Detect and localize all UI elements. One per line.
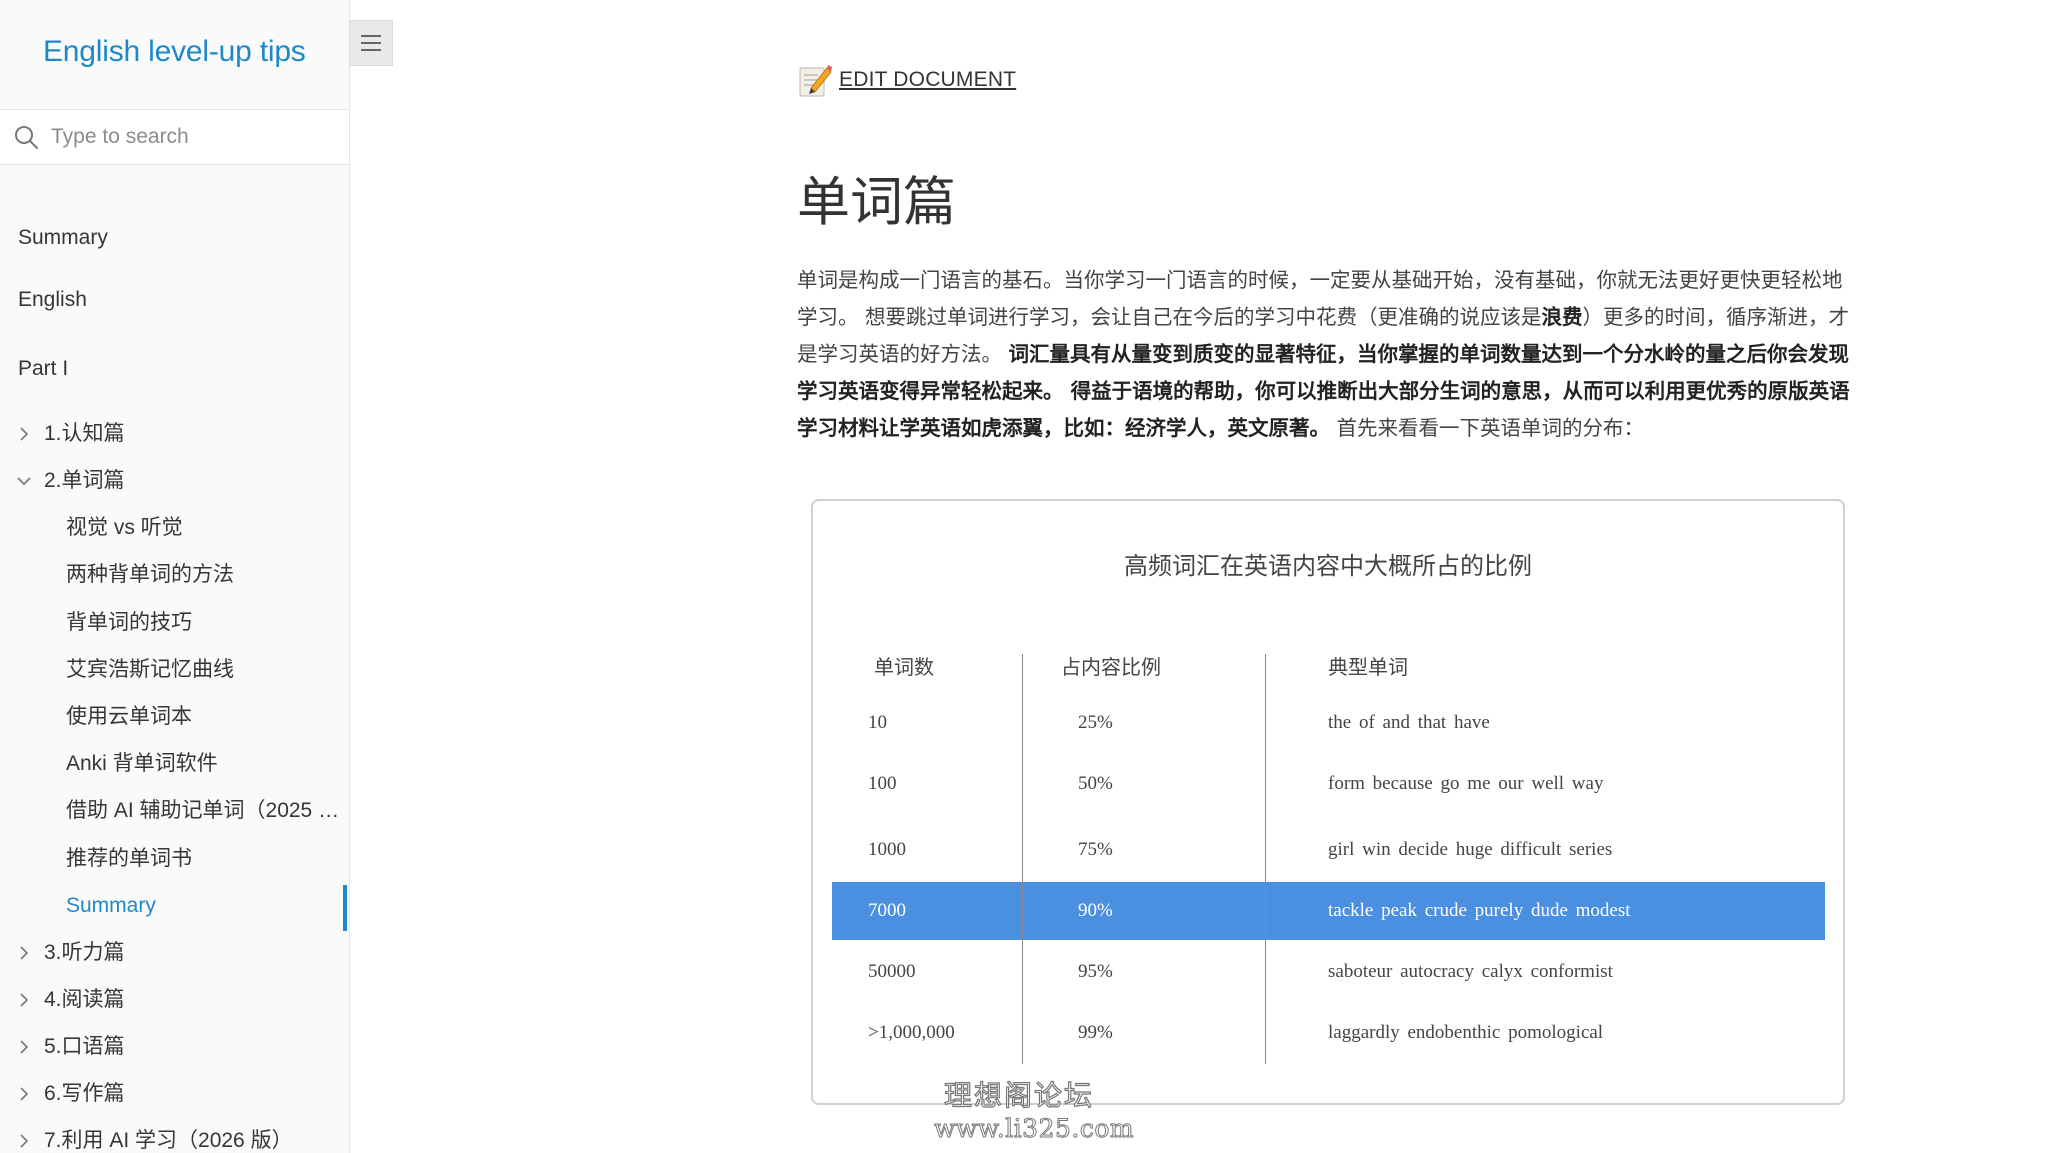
column-header-ratio: 占内容比例 [1061,655,1161,679]
sub-item-visual-vs-auditory[interactable]: 视觉 vs 听觉 [66,508,346,548]
watermark-url: www.li325.com [933,1114,1135,1144]
active-indicator [343,885,347,931]
row-ratio: 50% [1078,773,1113,794]
sub-item-anki[interactable]: Anki 背单词软件 [66,744,346,784]
sub-item-ai-assist[interactable]: 借助 AI 辅助记单词（2025 版） [66,791,346,831]
chapter-item-4[interactable]: 4.阅读篇 [44,980,340,1020]
row-ratio: 99% [1078,1022,1113,1043]
sub-item-two-methods[interactable]: 两种背单词的方法 [66,555,346,595]
table-row: 100 50% form because go me our well way [832,755,1825,813]
row-count: 7000 [868,900,906,921]
intro-bold-1: 浪费 [1541,305,1583,329]
row-examples: tackle peak crude purely dude modest [1328,900,1631,921]
hamburger-icon-line [361,35,381,37]
table-row: 50000 95% saboteur autocracy calyx confo… [832,943,1825,1001]
search-icon [15,126,38,149]
table-row: >1,000,000 99% laggardly endobenthic pom… [832,1004,1825,1062]
intro-text-3: 首先来看看一下英语单词的分布： [1330,416,1645,440]
row-count: 100 [868,773,897,794]
sub-item-techniques[interactable]: 背单词的技巧 [66,603,346,643]
chapter-item-3[interactable]: 3.听力篇 [44,933,340,973]
chapter-item-2[interactable]: 2.单词篇 [44,461,340,501]
chevron-right-icon[interactable] [14,1121,34,1153]
row-ratio: 90% [1078,900,1113,921]
column-header-count: 单词数 [874,655,934,679]
search-box [0,110,349,165]
edit-document-link[interactable]: EDIT DOCUMENT [797,62,1016,98]
row-count: 50000 [868,961,916,982]
chapter-item-6[interactable]: 6.写作篇 [44,1074,340,1114]
row-examples: saboteur autocracy calyx conformist [1328,961,1613,982]
row-examples: girl win decide huge difficult series [1328,839,1613,860]
chevron-right-icon[interactable] [14,933,34,973]
row-ratio: 75% [1078,839,1113,860]
chapter-item-5[interactable]: 5.口语篇 [44,1027,340,1067]
hamburger-icon-line [361,42,381,44]
intro-paragraph: 单词是构成一门语言的基石。当你学习一门语言的时候，一定要从基础开始，没有基础，你… [797,262,1861,447]
row-examples: the of and that have [1328,712,1490,733]
row-count: 1000 [868,839,906,860]
row-ratio: 25% [1078,712,1113,733]
column-divider [1022,654,1023,1064]
chevron-right-icon[interactable] [14,1027,34,1067]
sidebar-toggle-button[interactable] [349,20,393,66]
column-divider [1265,654,1266,1064]
row-examples: form because go me our well way [1328,773,1604,794]
sub-item-ebbinghaus[interactable]: 艾宾浩斯记忆曲线 [66,650,346,690]
book-title[interactable]: English level-up tips [43,35,306,69]
chapter-item-7[interactable]: 7.利用 AI 学习（2026 版） [44,1121,340,1153]
sub-item-recommended-books[interactable]: 推荐的单词书 [66,839,346,879]
hamburger-icon-line [361,49,381,51]
pencil-memo-icon [799,65,832,97]
chevron-right-icon[interactable] [14,1074,34,1114]
table-row: 10 25% the of and that have [832,694,1825,752]
search-input[interactable] [51,120,341,154]
sidebar: English level-up tips Summary English Pa… [0,0,350,1153]
watermark-title: 理想阁论坛 [943,1078,1095,1112]
row-count: >1,000,000 [868,1022,955,1043]
sub-item-cloud-wordbook[interactable]: 使用云单词本 [66,697,346,737]
row-count: 10 [868,712,887,733]
chevron-right-icon[interactable] [14,414,34,454]
nav-item-english[interactable]: English [18,280,338,320]
row-ratio: 95% [1078,961,1113,982]
table-row-highlighted: 7000 90% tackle peak crude purely dude m… [832,882,1825,940]
chapter-item-1[interactable]: 1.认知篇 [44,414,340,454]
nav-item-part-i[interactable]: Part I [18,349,338,389]
chevron-right-icon[interactable] [14,980,34,1020]
word-frequency-figure: 高频词汇在英语内容中大概所占的比例 单词数 占内容比例 典型单词 10 25% … [811,499,1845,1105]
row-examples: laggardly endobenthic pomological [1328,1022,1604,1043]
sub-item-summary[interactable]: Summary [66,886,346,926]
page-title: 单词篇 [797,172,956,233]
table-row: 1000 75% girl win decide huge difficult … [832,821,1825,879]
column-header-examples: 典型单词 [1328,655,1408,679]
nav-item-summary[interactable]: Summary [18,218,338,258]
chevron-down-icon[interactable] [14,461,34,501]
figure-title: 高频词汇在英语内容中大概所占的比例 [1124,552,1532,580]
edit-document-label: EDIT DOCUMENT [839,68,1017,91]
